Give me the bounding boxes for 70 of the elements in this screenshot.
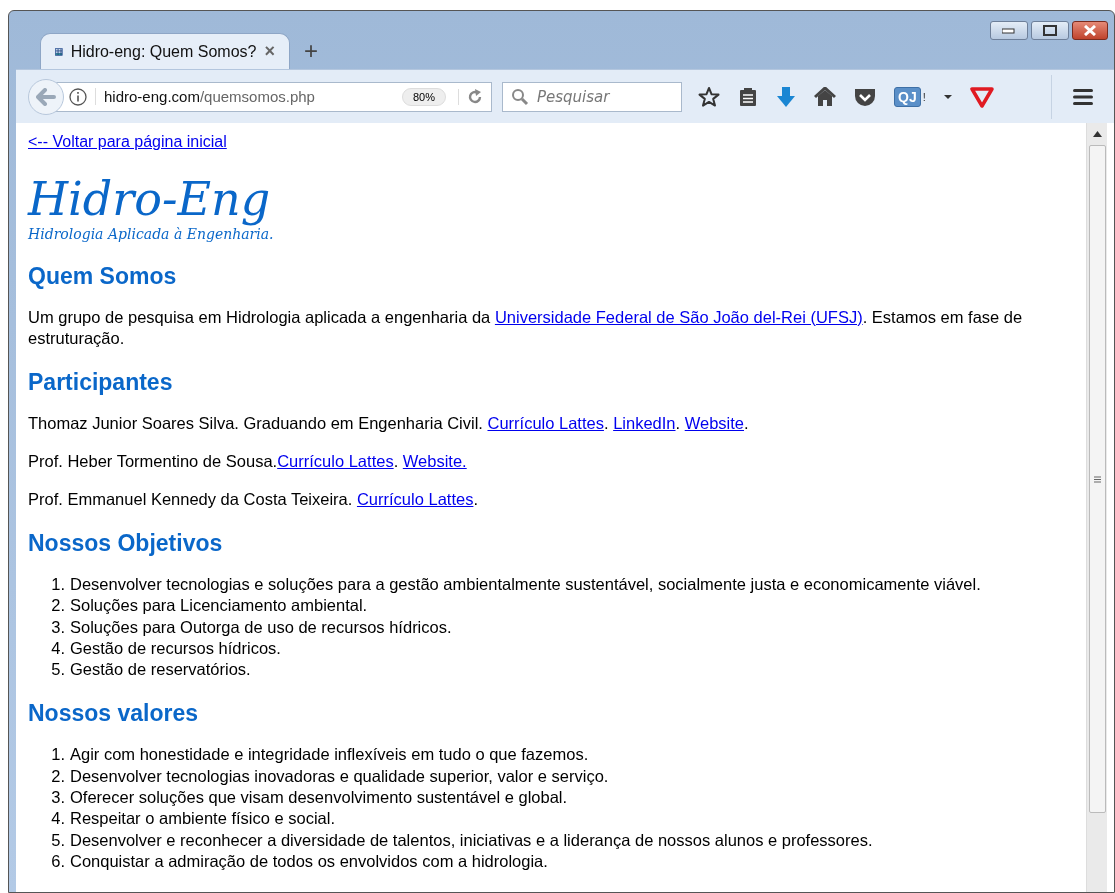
reload-icon[interactable] [467,88,483,105]
list-number: 5. [50,829,66,851]
search-field[interactable]: Pesquisar [502,81,682,112]
list-item: Agir com honestidade e integridade inflexíveis em tudo o que fazemos. [70,744,589,766]
search-icon [511,87,529,106]
clipboard-icon[interactable] [738,86,758,107]
site-subtitle: Hidrologia Aplicada à Engenharia. [28,226,275,243]
list-item: Gestão de recursos hídricos. [70,637,281,659]
arrow-left-icon [36,87,56,106]
text-link[interactable]: Currículo Lattes [277,452,394,470]
download-icon[interactable] [776,85,796,108]
search-input[interactable]: Pesquisar [535,86,679,107]
caret-icon[interactable] [943,93,952,100]
paragraph: Prof. Emmanuel Kennedy da Costa Teixeira. Currículo Lattes. [28,489,479,510]
paragraph: Thomaz Junior Soares Silva. Graduando em Engenharia Civil. Currículo Lattes. LinkedIn. Website. [28,413,750,434]
minimize-icon [1002,25,1016,36]
back-link[interactable]: <-- Voltar para página inicial [28,133,227,150]
section-heading: Nossos Objetivos [28,530,224,556]
url-domain: hidro-eng.com [104,88,200,105]
close-tab-button[interactable]: × [264,41,275,62]
text-link[interactable]: Currículo Lattes [487,414,604,432]
grip-icon [1093,475,1101,483]
text-link[interactable]: Currículo Lattes [356,490,474,508]
minimize-button[interactable] [990,21,1028,40]
maximize-button[interactable] [1031,21,1069,40]
list-item: Respeitar o ambiente físico e social. [70,808,336,830]
extension-label: ! [922,90,926,103]
scrollbar-thumb[interactable] [1088,145,1106,813]
home-icon[interactable] [814,86,836,107]
star-icon[interactable] [698,85,720,108]
list-number: 1. [50,574,66,595]
section-heading: Quem Somos [28,263,178,289]
list-number: 5. [50,659,66,681]
list-item: Desenvolver tecnologias inovadoras e qualidade superior, valor e serviço. [70,765,609,787]
list-number: 4. [50,637,66,659]
text-link[interactable]: Website. [402,452,467,470]
text-link[interactable]: Universidade Federal de São João del-Rei (UFSJ) [494,308,863,326]
close-icon [1083,25,1097,36]
paragraph: Um grupo de pesquisa em Hidrologia aplicada a engenharia da Universidade Federal de São João del-Rei (UFSJ). Estamos em fase de estruturação. [28,307,1024,349]
list-item: Gestão de reservatórios. [70,659,251,681]
list-number: 2. [50,595,66,617]
section-heading: Nossos valores [28,700,200,727]
url-path: /quemsomos.php [199,88,315,105]
text-link[interactable]: Website [684,414,744,432]
text-link[interactable]: LinkedIn [613,414,676,432]
menu-icon[interactable] [1072,87,1094,106]
list-number: 3. [50,616,66,638]
list-item: Desenvolver tecnologias e soluções para a gestão ambientalmente sustentável, socialmente justa e economicamente viável. [70,574,981,595]
list-item: Conquistar a admiração de todos os envolvidos com a hidrologia. [70,850,548,872]
section-heading: Participantes [28,369,174,395]
list-number: 3. [50,787,66,809]
list-number: 1. [50,744,66,766]
new-tab-button[interactable]: + [304,37,318,65]
info-icon [69,87,87,106]
pocket-icon[interactable] [854,86,876,107]
zoom-level[interactable]: 80% [401,87,446,106]
close-button[interactable] [1072,21,1108,40]
browser-tab[interactable]: Hidro-eng: Quem Somos? × [40,33,290,69]
list-number: 6. [50,850,66,872]
list-item: Oferecer soluções que visam desenvolvimento sustentável e global. [70,787,568,809]
paragraph: Prof. Heber Tormentino de Sousa.Currículo Lattes. Website. [28,451,468,472]
maximize-icon [1043,25,1057,36]
list-item: Desenvolver e reconhecer a diversidade de talentos, iniciativas e a liderança de nossos alunos e professores. [70,829,873,851]
list-number: 2. [50,765,66,787]
shield-icon[interactable] [969,85,994,108]
list-item: Soluções para Outorga de uso de recursos hídricos. [70,616,452,638]
scroll-up-icon[interactable] [1092,131,1102,137]
site-title: Hidro-Eng [28,173,272,225]
list-number: 4. [50,808,66,830]
list-item: Soluções para Licenciamento ambiental. [70,595,368,617]
